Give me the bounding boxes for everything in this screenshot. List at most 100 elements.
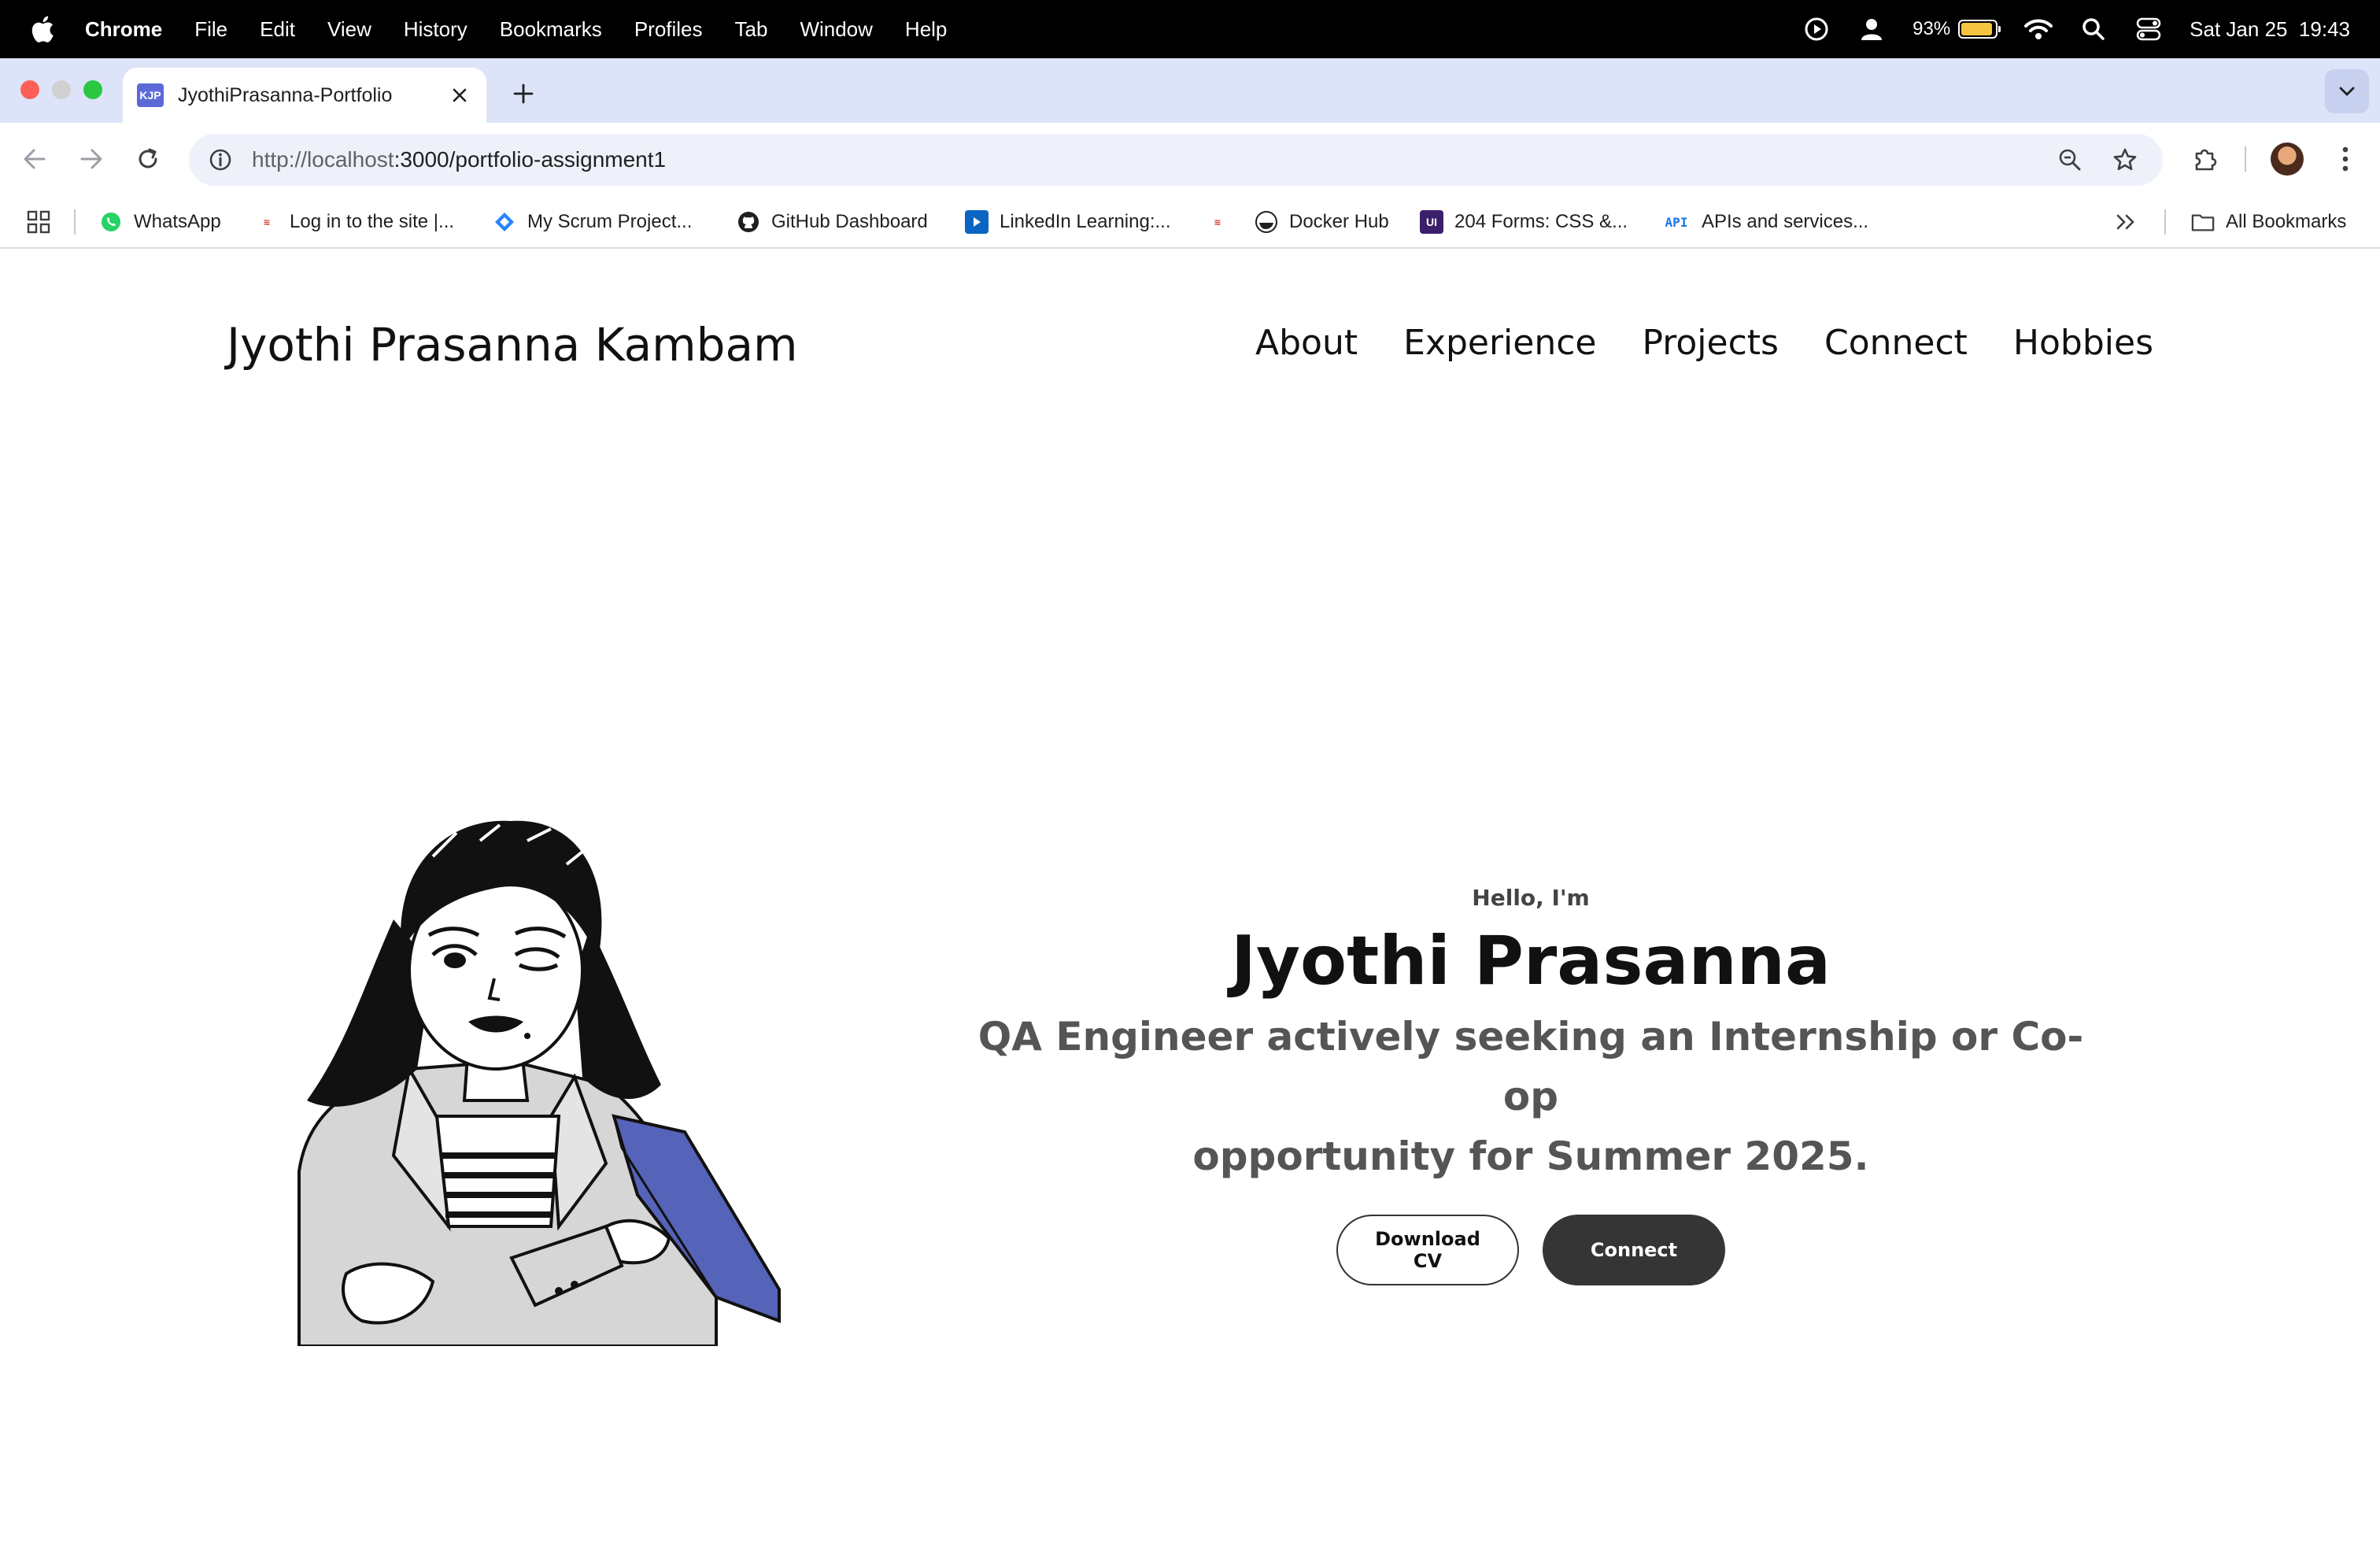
chrome-menu-kebab-icon[interactable] (2325, 139, 2366, 179)
menu-file[interactable]: File (194, 17, 227, 42)
hero-tagline: QA Engineer actively seeking an Internsh… (952, 1007, 2109, 1186)
folder-icon (2191, 210, 2215, 234)
api-icon: API (1665, 214, 1688, 230)
menu-app-name[interactable]: Chrome (85, 17, 162, 42)
screen-recording-icon[interactable] (1802, 15, 1831, 43)
bookmarks-divider (74, 209, 76, 235)
forward-arrow-icon[interactable] (72, 140, 110, 178)
site-nav: About Experience Projects Connect Hobbie… (1255, 323, 2153, 363)
site-logo-title[interactable]: Jyothi Prasanna Kambam (227, 318, 797, 372)
menu-bookmarks[interactable]: Bookmarks (500, 17, 602, 42)
tab-title: JyothiPrasanna-Portfolio (178, 83, 393, 106)
bookmark-scrum-project[interactable]: My Scrum Project... (493, 206, 692, 238)
bookmark-github[interactable]: GitHub Dashboard (737, 206, 928, 238)
hero-tagline-line-2: opportunity for Summer 2025. (1192, 1134, 1869, 1179)
jira-icon (493, 210, 516, 234)
menu-edit[interactable]: Edit (260, 17, 295, 42)
spotlight-search-icon[interactable] (2079, 15, 2108, 43)
hero-section: Hello, I'm Jyothi Prasanna QA Engineer a… (952, 885, 2109, 1285)
all-bookmarks-folder[interactable]: All Bookmarks (2191, 206, 2346, 238)
linkedin-learning-icon (965, 210, 989, 234)
address-bar-actions (2051, 141, 2144, 179)
bookmark-login-site[interactable]: ≋ Log in to the site |... (255, 206, 454, 238)
tab-search-chevron-icon[interactable] (2325, 69, 2369, 113)
site-icon: ≋ (263, 217, 271, 227)
menu-profiles[interactable]: Profiles (634, 17, 703, 42)
close-window-button[interactable] (20, 80, 39, 99)
bookmark-label: WhatsApp (134, 211, 221, 232)
hero-tagline-line-1: QA Engineer actively seeking an Internsh… (978, 1014, 2084, 1119)
menu-window[interactable]: Window (800, 17, 872, 42)
docker-icon (1255, 210, 1278, 234)
bookmark-label: My Scrum Project... (527, 211, 693, 232)
url-path: :3000/portfolio-assignment1 (394, 147, 667, 172)
bookmark-label: Docker Hub (1289, 211, 1389, 232)
download-cv-button[interactable]: Download CV (1336, 1215, 1519, 1285)
browser-tab-strip: KJP JyothiPrasanna-Portfolio (0, 58, 2380, 123)
web-page: Jyothi Prasanna Kambam About Experience … (0, 250, 2380, 1546)
toolbar-divider (2245, 146, 2246, 172)
zoom-window-button[interactable] (83, 80, 102, 99)
hero-greeting: Hello, I'm (1472, 885, 1590, 911)
nav-connect[interactable]: Connect (1824, 323, 1968, 363)
battery-percent: 93% (1913, 18, 1951, 39)
menu-help[interactable]: Help (905, 17, 947, 42)
avatar (2271, 142, 2304, 176)
menu-tab[interactable]: Tab (735, 17, 768, 42)
window-controls (20, 80, 102, 99)
menu-bar-status-area: 93% Sat Jan 25 19:43 (1802, 0, 2350, 58)
browser-toolbar: http://localhost:3000/portfolio-assignme… (0, 123, 2380, 195)
minimize-window-button[interactable] (52, 80, 71, 99)
bookmark-star-icon[interactable] (2106, 141, 2144, 179)
wifi-icon[interactable] (2024, 15, 2053, 43)
bookmarks-overflow-chevron-icon[interactable] (2116, 206, 2136, 238)
bookmark-label: 204 Forms: CSS &... (1454, 211, 1628, 232)
apps-grid-icon[interactable] (27, 206, 50, 238)
nav-about[interactable]: About (1255, 323, 1358, 363)
bookmark-label: GitHub Dashboard (771, 211, 928, 232)
battery-indicator[interactable]: 93% (1913, 18, 2001, 40)
back-arrow-icon[interactable] (16, 140, 54, 178)
nav-hobbies[interactable]: Hobbies (2013, 323, 2153, 363)
bookmark-204-forms[interactable]: UI 204 Forms: CSS &... (1420, 206, 1628, 238)
new-tab-plus-icon[interactable] (504, 74, 543, 113)
bookmarks-bar: WhatsApp ≋ Log in to the site |... My Sc… (0, 195, 2380, 249)
url-text[interactable]: http://localhost:3000/portfolio-assignme… (252, 147, 666, 172)
tab-close-icon[interactable] (447, 83, 472, 108)
bookmarks-divider (2164, 209, 2166, 235)
nav-experience[interactable]: Experience (1403, 323, 1596, 363)
bookmark-label: All Bookmarks (2226, 211, 2347, 232)
github-icon (737, 210, 760, 234)
address-bar[interactable]: http://localhost:3000/portfolio-assignme… (189, 134, 2163, 186)
bookmark-docker-hub[interactable]: Docker Hub (1255, 206, 1389, 238)
profile-avatar[interactable] (2267, 139, 2308, 179)
bookmark-whatsapp[interactable]: WhatsApp (99, 206, 221, 238)
bookmark-label: LinkedIn Learning:... (1000, 211, 1171, 232)
menu-history[interactable]: History (404, 17, 468, 42)
whatsapp-icon (99, 210, 123, 234)
site-icon: ≋ (1214, 217, 1221, 227)
reload-icon[interactable] (129, 140, 167, 178)
profile-illustration (298, 820, 781, 1346)
browser-tab-active[interactable]: KJP JyothiPrasanna-Portfolio (123, 68, 486, 123)
bookmark-apis-services[interactable]: API APIs and services... (1662, 206, 1869, 238)
user-account-icon[interactable] (1857, 15, 1886, 43)
control-center-icon[interactable] (2134, 15, 2163, 43)
bookmark-linkedin-learning[interactable]: LinkedIn Learning:... (965, 206, 1171, 238)
connect-button[interactable]: Connect (1543, 1215, 1725, 1285)
bookmark-site-unlabeled[interactable]: ≋ (1206, 206, 1229, 238)
ui-icon: UI (1420, 210, 1443, 234)
apple-menu-icon[interactable] (28, 15, 57, 43)
hero-name: Jyothi Prasanna (1230, 922, 1831, 1000)
site-info-icon[interactable] (205, 144, 236, 176)
bookmark-label: Log in to the site |... (290, 211, 455, 232)
macos-menu-bar: Chrome File Edit View History Bookmarks … (0, 0, 2380, 58)
battery-icon (1958, 20, 2001, 39)
extensions-puzzle-icon[interactable] (2185, 139, 2226, 179)
clock-datetime[interactable]: Sat Jan 25 19:43 (2190, 17, 2350, 42)
menu-view[interactable]: View (327, 17, 371, 42)
nav-projects[interactable]: Projects (1643, 323, 1779, 363)
hero-cta-group: Download CV Connect (952, 1215, 2109, 1285)
tab-favicon: KJP (137, 83, 164, 107)
zoom-magnifier-icon[interactable] (2051, 141, 2089, 179)
